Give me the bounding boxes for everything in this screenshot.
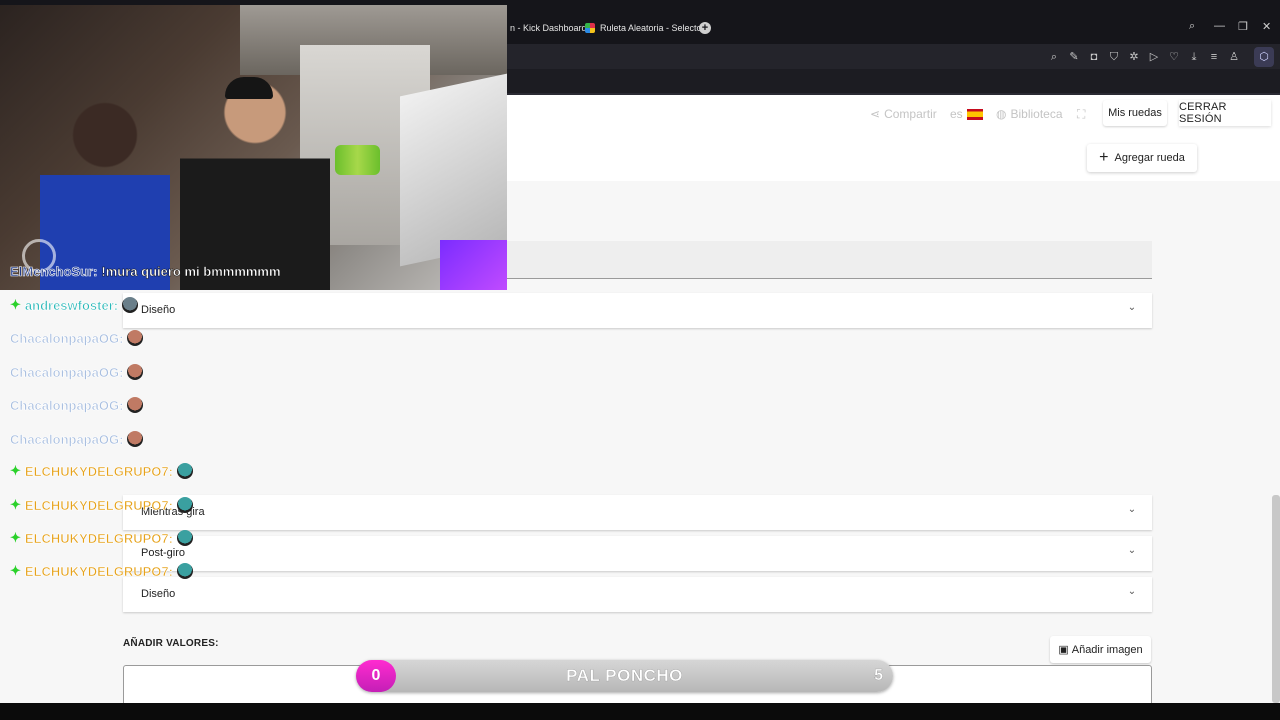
chevron-down-icon: ⌄ <box>1127 302 1137 313</box>
cam-person-right <box>180 75 330 290</box>
add-image-button[interactable]: ▣ Añadir imagen <box>1050 636 1151 663</box>
image-icon: ▣ <box>1058 644 1069 656</box>
restore-icon[interactable]: ❐ <box>1238 20 1248 33</box>
minimize-icon[interactable]: — <box>1214 20 1225 32</box>
emote-icon <box>176 497 193 513</box>
progress-right-value: 5 <box>874 667 883 684</box>
emote-icon <box>127 431 144 447</box>
chat-username: ChacalonpapaOG: <box>10 364 124 380</box>
emote-icon <box>176 530 193 546</box>
cam-rgb-glow <box>440 240 507 290</box>
emote-icon <box>127 330 144 346</box>
language-selector[interactable]: es <box>950 107 983 121</box>
scrollbar[interactable] <box>1272 495 1280 703</box>
chevron-down-icon: ⌄ <box>1127 586 1137 597</box>
subscriber-badge-icon: ✦ <box>10 297 21 312</box>
plus-icon: + <box>1099 149 1109 166</box>
camera-icon[interactable]: ◘ <box>1087 50 1101 64</box>
subscriber-badge-icon: ✦ <box>10 463 21 478</box>
screen: n - Kick Dashboard Ruleta Aleatoria - Se… <box>0 0 1280 720</box>
chat-message: ElMenchoSur: !mura quiero mi bmmmmmm <box>10 264 281 280</box>
tab-label: Ruleta Aleatoria - Selector <box>600 23 705 33</box>
settings-icon[interactable]: ✲ <box>1127 50 1141 64</box>
new-tab-button[interactable]: + <box>699 22 711 34</box>
chat-message: ✦ andreswfoster: <box>10 297 139 313</box>
close-icon[interactable]: ✕ <box>1262 20 1271 33</box>
ruleta-favicon-icon <box>585 23 595 33</box>
heart-icon[interactable]: ♡ <box>1167 50 1181 64</box>
accordion-while-spinning[interactable]: Mientras gira ⌄ <box>123 495 1152 530</box>
bookmarks-bar <box>507 69 1280 93</box>
share-icon: ⋖ <box>870 107 881 121</box>
chat-username: ELCHUKYDELGRUPO7: <box>24 463 174 479</box>
my-wheels-button[interactable]: Mis ruedas <box>1103 100 1167 126</box>
bottom-strip <box>0 703 1280 720</box>
library-link[interactable]: ◍ Biblioteca <box>996 107 1063 121</box>
subscriber-badge-icon: ✦ <box>10 530 21 545</box>
emote-icon <box>176 463 193 479</box>
add-wheel-button[interactable]: + Agregar rueda <box>1087 144 1197 172</box>
chat-username: ELCHUKYDELGRUPO7: <box>24 563 174 579</box>
chat-username: ChacalonpapaOG: <box>10 431 124 447</box>
add-values-label: AÑADIR VALORES: <box>123 638 219 649</box>
extension-icon[interactable]: ⬡ <box>1254 47 1274 67</box>
fullscreen-icon[interactable]: ⛶ <box>1077 107 1085 122</box>
emote-icon <box>122 297 139 313</box>
address-bar[interactable] <box>507 44 1280 69</box>
emote-icon <box>127 397 144 413</box>
share-link[interactable]: ⋖ Compartir <box>870 107 937 121</box>
cam-bottles <box>335 145 380 175</box>
logout-button[interactable]: CERRAR SESIÓN <box>1179 100 1271 126</box>
play-icon[interactable]: ▷ <box>1147 50 1161 64</box>
chat-message: ChacalonpapaOG: <box>10 364 144 380</box>
chat-message: ChacalonpapaOG: <box>10 330 144 346</box>
chat-message: ChacalonpapaOG: <box>10 397 144 413</box>
edit-icon[interactable]: ✎ <box>1067 50 1081 64</box>
progress-pill: 0 PAL PONCHO 5 <box>356 660 893 692</box>
chat-message: ✦ ELCHUKYDELGRUPO7: <box>10 530 193 546</box>
chat-message: ChacalonpapaOG: <box>10 431 144 447</box>
subscriber-badge-icon: ✦ <box>10 497 21 512</box>
download-icon[interactable]: ⤓ <box>1187 50 1201 64</box>
shield-icon[interactable]: ⛉ <box>1107 50 1121 64</box>
emote-icon <box>176 563 193 579</box>
chat-username: ChacalonpapaOG: <box>10 397 124 413</box>
subscriber-badge-icon: ✦ <box>10 563 21 578</box>
chat-username: ELCHUKYDELGRUPO7: <box>24 497 174 513</box>
emote-icon <box>127 364 144 380</box>
chat-message: ✦ ELCHUKYDELGRUPO7: <box>10 497 193 513</box>
cam-machine <box>400 73 507 267</box>
chevron-down-icon: ⌄ <box>1127 545 1137 556</box>
accordion-design[interactable]: Diseño ⌄ <box>123 293 1152 328</box>
menu-icon[interactable]: ≡ <box>1207 50 1221 64</box>
progress-title: PAL PONCHO <box>566 666 683 685</box>
tab-kick-dashboard[interactable]: n - Kick Dashboard <box>510 16 587 40</box>
tab-ruleta[interactable]: Ruleta Aleatoria - Selector <box>585 16 705 40</box>
globe-icon: ◍ <box>996 107 1007 121</box>
cam-person-left <box>40 95 170 290</box>
tab-label: n - Kick Dashboard <box>510 23 587 33</box>
chat-username: andreswfoster: <box>24 297 119 313</box>
chevron-down-icon: ⌄ <box>1127 504 1137 515</box>
accordion-post-spin[interactable]: Post-giro ⌄ <box>123 536 1152 571</box>
search-tabs-icon[interactable]: ⌕ <box>1189 20 1195 33</box>
chat-message: ✦ ELCHUKYDELGRUPO7: <box>10 463 193 479</box>
account-icon[interactable]: ♙ <box>1227 50 1241 64</box>
chat-username: ELCHUKYDELGRUPO7: <box>24 530 174 546</box>
cam-cap <box>225 77 273 99</box>
chat-message: ✦ ELCHUKYDELGRUPO7: <box>10 563 193 579</box>
search-icon[interactable]: ⌕ <box>1047 50 1061 64</box>
spain-flag-icon <box>966 108 983 120</box>
chat-username: ChacalonpapaOG: <box>10 330 124 346</box>
accordion-design-2[interactable]: Diseño ⌄ <box>123 577 1152 612</box>
webcam-overlay <box>0 5 507 290</box>
